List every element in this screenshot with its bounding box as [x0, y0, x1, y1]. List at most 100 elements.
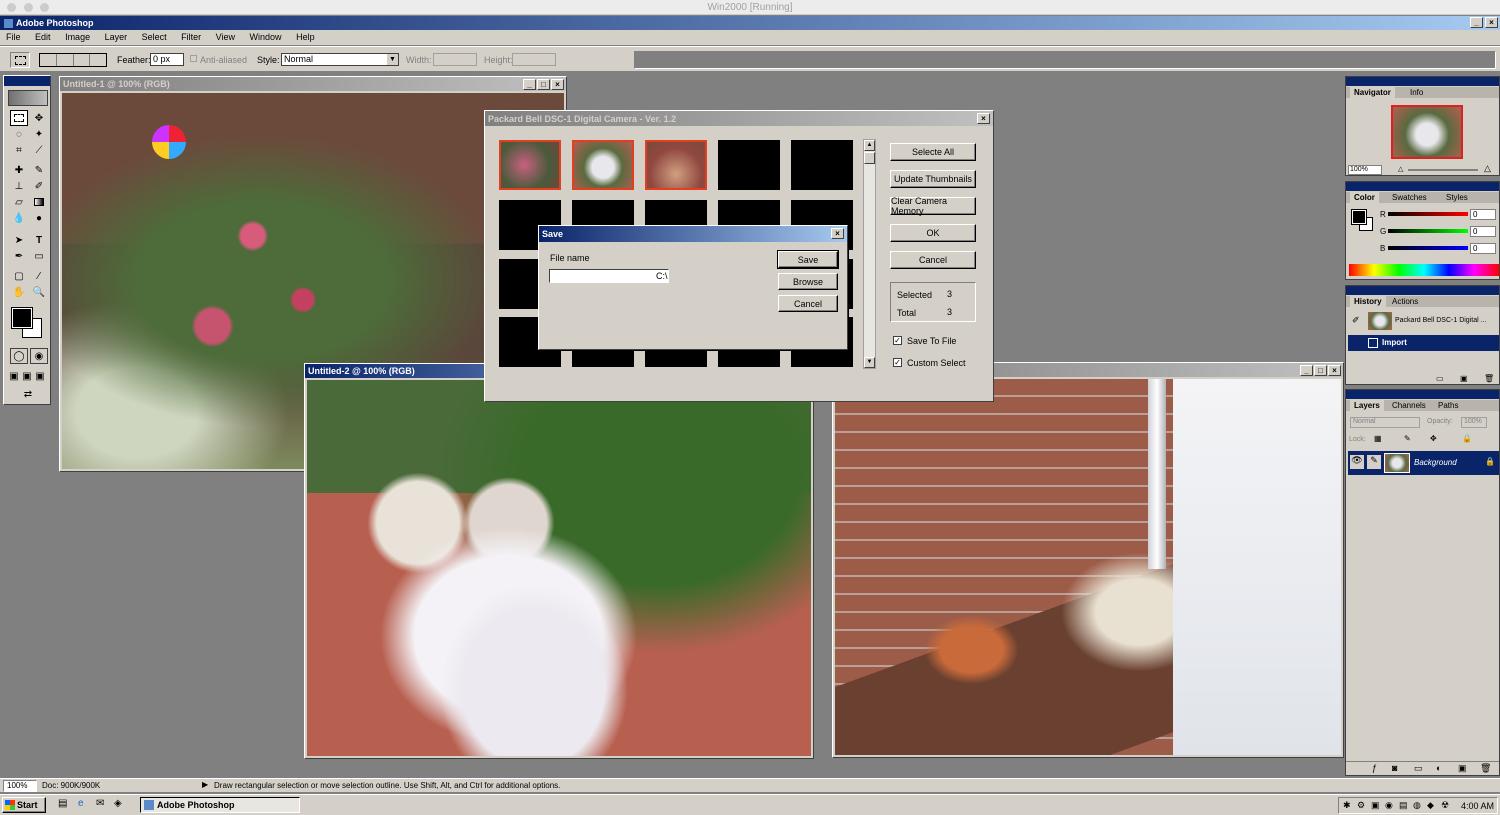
crop-icon[interactable]: ⌗ [10, 142, 28, 158]
doc3-minimize-button[interactable]: _ [1300, 365, 1313, 376]
magic-wand-icon[interactable]: ✦ [30, 126, 48, 142]
menu-filter[interactable]: Filter [181, 32, 201, 42]
save-button[interactable]: Save [777, 250, 839, 269]
healing-brush-icon[interactable]: ✚ [10, 162, 28, 178]
b-value[interactable]: 0 [1470, 243, 1496, 254]
tray-icon-6[interactable]: ◍ [1413, 800, 1421, 811]
navigator-zoom-input[interactable]: 100% [1348, 165, 1382, 175]
outlook-icon[interactable]: ✉ [96, 798, 104, 809]
lock-all-icon[interactable]: 🔒 [1462, 434, 1472, 443]
pen-icon[interactable]: ✒ [10, 248, 28, 264]
tray-icon-3[interactable]: ▣ [1371, 800, 1380, 811]
b-slider[interactable] [1388, 246, 1468, 250]
adjustment-layer-icon[interactable]: ◐ [1436, 763, 1441, 773]
zoom-icon[interactable]: 🔍 [30, 284, 48, 300]
camera-dialog-titlebar[interactable]: Packard Bell DSC-1 Digital Camera - Ver.… [485, 111, 993, 126]
color-tab[interactable]: Color [1350, 192, 1379, 203]
delete-layer-icon[interactable]: 🗑 [1480, 763, 1491, 774]
r-value[interactable]: 0 [1470, 209, 1496, 220]
layer-brush-icon[interactable]: ✎ [1367, 455, 1381, 469]
browse-button[interactable]: Browse [778, 273, 838, 290]
history-state-import[interactable]: Import [1348, 335, 1499, 351]
styles-tab[interactable]: Styles [1442, 192, 1472, 203]
info-tab[interactable]: Info [1406, 87, 1427, 98]
app-close-button[interactable]: × [1485, 17, 1498, 28]
history-snapshot-row[interactable]: ✐ Packard Bell DSC-1 Digital ... [1348, 310, 1499, 332]
history-tab[interactable]: History [1350, 296, 1386, 307]
quickmask-mode-icon[interactable]: ◉ [30, 348, 48, 364]
thumbnail-5[interactable] [791, 140, 853, 190]
select-all-button[interactable]: Selecte All [890, 143, 976, 161]
menu-file[interactable]: File [6, 32, 21, 42]
update-thumbnails-button[interactable]: Update Thumbnails [890, 170, 976, 188]
r-slider[interactable] [1388, 212, 1468, 216]
channels-tab[interactable]: Channels [1388, 400, 1430, 411]
blend-mode-select[interactable]: Normal [1350, 417, 1420, 428]
thumbnail-3[interactable] [645, 140, 707, 190]
tray-icon-5[interactable]: ▤ [1399, 800, 1408, 811]
clear-camera-memory-button[interactable]: Clear Camera Memory [890, 196, 976, 216]
style-select[interactable]: Normal ▼ [281, 53, 399, 66]
dodge-icon[interactable]: ● [30, 210, 48, 226]
lock-position-icon[interactable]: ✥ [1430, 434, 1437, 443]
slice-icon[interactable]: ⟋ [30, 142, 48, 158]
thumbnail-1[interactable] [499, 140, 561, 190]
save-to-file-checkbox[interactable]: ✓ [893, 336, 902, 345]
file-name-input[interactable]: C:\ 001.bmp [549, 269, 669, 283]
scroll-down-arrow-icon[interactable]: ▼ [864, 357, 875, 368]
g-value[interactable]: 0 [1470, 226, 1496, 237]
status-zoom-input[interactable]: 100% [3, 780, 37, 792]
app-minimize-button[interactable]: _ [1470, 17, 1483, 28]
layer-row-background[interactable]: 👁 ✎ Background 🔒 [1348, 451, 1499, 475]
color-foreground-swatch[interactable] [1351, 209, 1367, 225]
custom-select-checkbox[interactable]: ✓ [893, 358, 902, 367]
new-snapshot-icon[interactable]: ▣ [1460, 374, 1468, 383]
rectangle-icon[interactable]: ▭ [30, 248, 48, 264]
tray-icon-8[interactable]: ☢ [1441, 800, 1449, 811]
menu-layer[interactable]: Layer [105, 32, 128, 42]
marquee-icon[interactable] [10, 110, 28, 126]
thumbnail-4[interactable] [718, 140, 780, 190]
antialiased-checkbox[interactable] [190, 55, 197, 62]
thumbnail-2[interactable] [572, 140, 634, 190]
layer-style-icon[interactable]: ƒ [1372, 763, 1377, 773]
status-menu-arrow-icon[interactable]: ▶ [202, 780, 208, 789]
color-spectrum-bar[interactable] [1349, 264, 1499, 276]
standard-mode-icon[interactable]: ◯ [10, 348, 28, 364]
eyedropper-icon[interactable]: ⁄ [30, 268, 48, 284]
scroll-thumb[interactable] [864, 152, 875, 164]
screen-mode-2-icon[interactable]: ▣ [21, 368, 33, 384]
paths-tab[interactable]: Paths [1434, 400, 1462, 411]
marquee-preset-icon[interactable] [10, 52, 30, 68]
screen-mode-1-icon[interactable]: ▣ [8, 368, 20, 384]
doc1-minimize-button[interactable]: _ [523, 79, 536, 90]
ie-icon[interactable]: e [78, 798, 84, 809]
tray-icon-7[interactable]: ◆ [1427, 800, 1434, 811]
g-slider[interactable] [1388, 229, 1468, 233]
save-dialog-close-button[interactable]: × [831, 228, 844, 239]
navigator-zoom-slider[interactable] [1408, 169, 1478, 171]
media-icon[interactable]: ◈ [114, 798, 122, 809]
doc1-titlebar[interactable]: Untitled-1 @ 100% (RGB) [60, 77, 566, 91]
foreground-color-swatch[interactable] [11, 307, 33, 329]
hand-icon[interactable]: ✋ [10, 284, 28, 300]
tray-icon-2[interactable]: ⚙ [1357, 800, 1365, 811]
gradient-icon[interactable] [30, 194, 48, 210]
actions-tab[interactable]: Actions [1388, 296, 1422, 307]
notes-icon[interactable]: ▢ [10, 268, 28, 284]
layer-visibility-eye-icon[interactable]: 👁 [1350, 455, 1364, 469]
menu-select[interactable]: Select [142, 32, 167, 42]
thumbnail-scrollbar[interactable]: ▲ ▼ [863, 139, 876, 369]
lasso-icon[interactable]: ◌ [10, 126, 28, 142]
swatches-tab[interactable]: Swatches [1388, 192, 1431, 203]
path-selection-icon[interactable]: ➤ [10, 232, 28, 248]
menu-view[interactable]: View [216, 32, 235, 42]
menu-edit[interactable]: Edit [35, 32, 51, 42]
doc1-maximize-button[interactable]: □ [537, 79, 550, 90]
screen-mode-3-icon[interactable]: ▣ [34, 368, 46, 384]
doc3-close-button[interactable]: × [1328, 365, 1341, 376]
navigator-tab[interactable]: Navigator [1350, 87, 1395, 98]
height-input[interactable] [512, 53, 556, 66]
eraser-icon[interactable]: ▱ [10, 194, 28, 210]
width-input[interactable] [433, 53, 477, 66]
